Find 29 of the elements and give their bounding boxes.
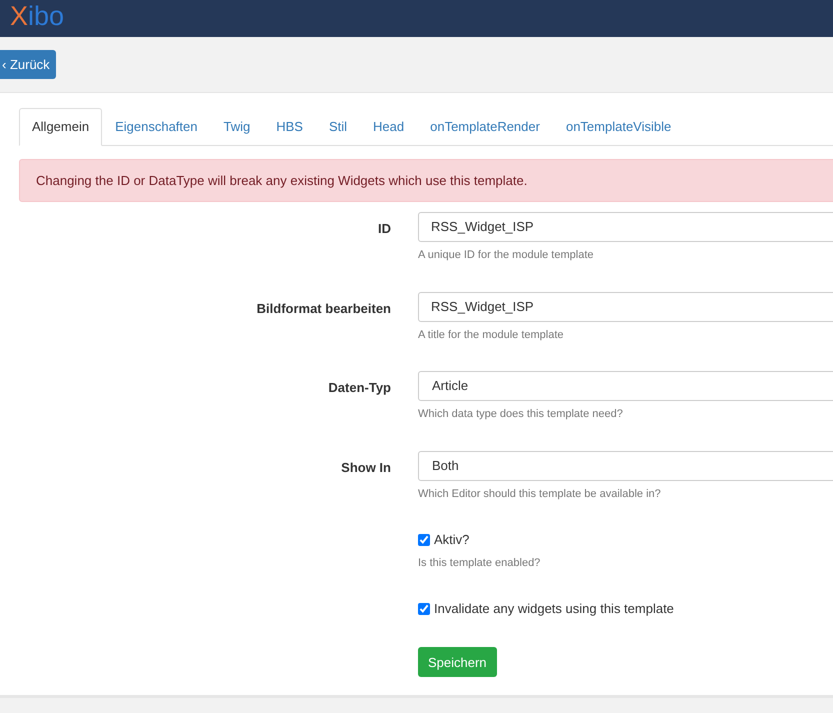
help-text: Which data type does this template need? xyxy=(418,407,624,422)
field-label: Show In xyxy=(341,460,391,474)
tab[interactable]: onTemplateRender xyxy=(417,108,553,146)
tab[interactable]: Allgemein xyxy=(19,108,102,146)
tab[interactable]: HBS xyxy=(263,108,316,146)
tab[interactable]: Twig xyxy=(210,108,264,146)
warning-alert: Changing the ID or DataType will break any existing Widgets which use this template. xyxy=(19,158,833,202)
help-text: Is this template enabled? xyxy=(418,556,542,570)
select-field[interactable]: Article xyxy=(418,371,833,401)
checkbox[interactable] xyxy=(418,602,430,615)
tab[interactable]: onTemplateVisible xyxy=(552,108,684,146)
tab[interactable]: Eigenschaften xyxy=(102,108,210,146)
logo: Xibo xyxy=(10,3,64,30)
field-label: Bildformat bearbeiten xyxy=(256,300,391,316)
checkbox-label: Aktiv? xyxy=(434,531,470,549)
tab[interactable]: Head xyxy=(360,108,418,146)
input-field[interactable]: RSS_Widget_ISP xyxy=(418,292,833,322)
checkbox[interactable] xyxy=(418,534,430,546)
input-field[interactable]: RSS_Widget_ISP xyxy=(418,212,833,242)
help-text: Which Editor should this template be available in? xyxy=(418,486,662,502)
select-field[interactable]: Both xyxy=(418,450,833,480)
back-button[interactable]: ‹ Zurück xyxy=(0,50,56,79)
tab[interactable]: Stil xyxy=(316,108,360,146)
field-label: Daten-Typ xyxy=(328,380,391,395)
help-text: A unique ID for the module template xyxy=(418,248,594,263)
save-button[interactable]: Speichern xyxy=(418,646,497,676)
help-text: A title for the module template xyxy=(418,328,565,342)
field-label: ID xyxy=(378,221,391,236)
checkbox-label: Invalidate any widgets using this template xyxy=(434,600,674,618)
